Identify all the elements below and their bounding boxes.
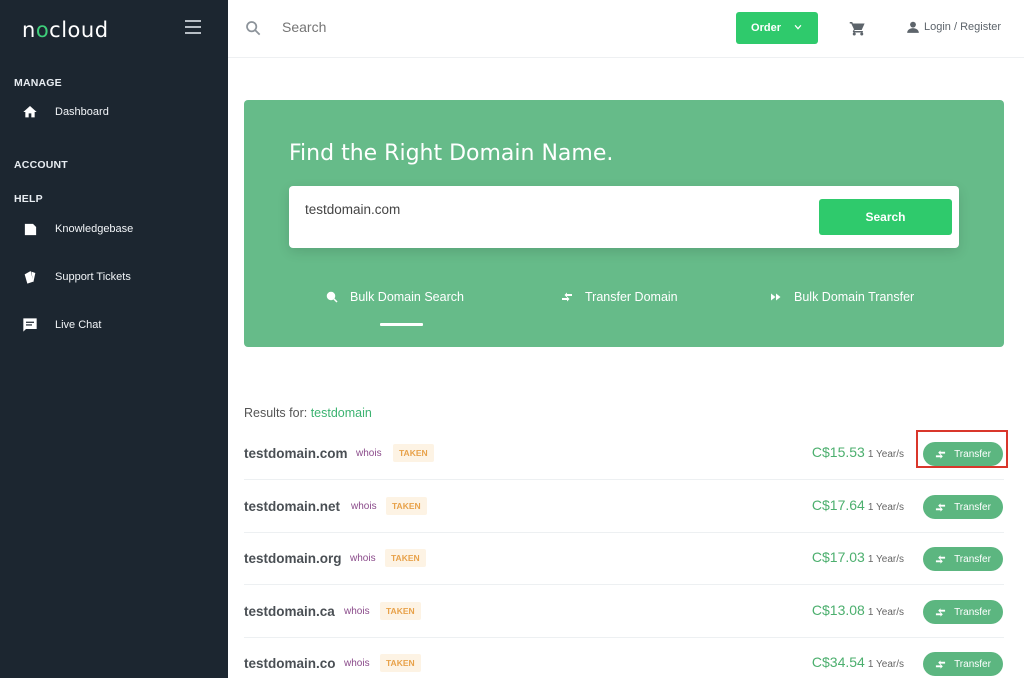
status-badge: TAKEN: [385, 549, 426, 567]
sidebar-item-label: Live Chat: [55, 319, 102, 331]
domain-name: testdomain.ca: [244, 604, 335, 619]
price-amount: C$15.53: [811, 444, 865, 460]
domain-result-row: testdomain.co whois TAKEN C$34.54 1 Year/…: [244, 638, 1004, 678]
global-search-input[interactable]: [282, 19, 482, 35]
price: C$17.03 1 Year/s: [812, 549, 904, 565]
status-badge: TAKEN: [380, 654, 421, 672]
transfer-icon: [935, 607, 946, 617]
domain-search-hero: Find the Right Domain Name. Search Bulk …: [244, 100, 1004, 347]
sidebar-item-label: Support Tickets: [55, 271, 131, 283]
price: C$13.08 1 Year/s: [812, 602, 904, 618]
transfer-icon: [935, 659, 946, 669]
login-register-link[interactable]: Login / Register: [906, 20, 1001, 34]
price-period: 1 Year/s: [867, 554, 904, 565]
price-period: 1 Year/s: [867, 607, 904, 618]
whois-link[interactable]: whois: [350, 553, 376, 564]
sidebar-item-label: Dashboard: [55, 106, 109, 118]
tab-label: Bulk Domain Search: [350, 290, 464, 304]
login-register-label: Login / Register: [924, 21, 1002, 33]
domain-name: testdomain.co: [244, 656, 336, 671]
results-label: Results for:: [244, 406, 308, 420]
menu-icon[interactable]: [185, 20, 201, 34]
sidebar-item-support-tickets[interactable]: Support Tickets: [20, 265, 131, 289]
fast-forward-icon: [771, 293, 781, 301]
cart-icon[interactable]: [849, 19, 867, 42]
home-icon: [20, 102, 40, 122]
status-badge: TAKEN: [386, 497, 427, 515]
transfer-button[interactable]: Transfer: [923, 652, 1003, 676]
domain-result-row: testdomain.ca whois TAKEN C$13.08 1 Year/…: [244, 586, 1004, 638]
tab-transfer-domain[interactable]: Transfer Domain: [561, 290, 678, 304]
hero-title: Find the Right Domain Name.: [289, 141, 614, 166]
domain-search-box: Search: [289, 186, 959, 248]
logo[interactable]: nocloud: [22, 18, 109, 42]
price-amount: C$34.54: [811, 654, 865, 670]
transfer-button-label: Transfer: [954, 448, 991, 460]
sidebar: nocloud MANAGE Dashboard ACCOUNT HELP Kn…: [0, 0, 228, 678]
price-amount: C$17.64: [811, 497, 865, 513]
logo-text-accent: o: [35, 18, 50, 42]
price-amount: C$17.03: [811, 549, 865, 565]
section-help: HELP: [14, 193, 43, 205]
transfer-button[interactable]: Transfer: [923, 442, 1003, 466]
domain-result-row: testdomain.com whois TAKEN C$15.53 1 Year…: [244, 428, 1004, 480]
domain-name: testdomain.org: [244, 551, 342, 566]
transfer-button-label: Transfer: [954, 501, 991, 513]
section-manage: MANAGE: [14, 77, 62, 89]
price: C$15.53 1 Year/s: [812, 444, 904, 460]
whois-link[interactable]: whois: [351, 501, 377, 512]
whois-link[interactable]: whois: [344, 658, 370, 669]
transfer-icon: [935, 502, 946, 512]
domain-name: testdomain.net: [244, 499, 341, 514]
section-account[interactable]: ACCOUNT: [14, 159, 68, 171]
tab-label: Bulk Domain Transfer: [794, 290, 915, 304]
domain-search-input[interactable]: [305, 202, 785, 217]
domain-search-button[interactable]: Search: [819, 199, 952, 235]
results-heading: Results for: testdomain: [244, 406, 372, 420]
price-amount: C$13.08: [811, 602, 865, 618]
price-period: 1 Year/s: [867, 449, 904, 460]
sidebar-item-live-chat[interactable]: Live Chat: [20, 313, 101, 337]
transfer-icon: [935, 554, 946, 564]
results-term: testdomain: [310, 406, 372, 420]
tab-bulk-domain-search[interactable]: Bulk Domain Search: [326, 290, 464, 304]
transfer-button-label: Transfer: [954, 658, 991, 670]
price-period: 1 Year/s: [867, 502, 904, 513]
order-button-label: Order: [751, 22, 781, 34]
whois-link[interactable]: whois: [356, 448, 382, 459]
whois-link[interactable]: whois: [344, 606, 370, 617]
status-badge: TAKEN: [380, 602, 421, 620]
transfer-button-label: Transfer: [954, 553, 991, 565]
order-button[interactable]: Order: [736, 12, 818, 44]
document-icon: [20, 219, 40, 239]
chat-icon: [20, 315, 40, 335]
logo-text-start: n: [22, 18, 36, 42]
sidebar-item-knowledgebase[interactable]: Knowledgebase: [20, 217, 133, 241]
sidebar-item-dashboard[interactable]: Dashboard: [20, 100, 109, 124]
search-icon: [326, 291, 338, 303]
domain-result-row: testdomain.org whois TAKEN C$17.03 1 Year…: [244, 533, 1004, 585]
domain-name: testdomain.com: [244, 446, 348, 461]
ticket-icon: [20, 267, 40, 287]
domain-result-row: testdomain.net whois TAKEN C$17.64 1 Year…: [244, 481, 1004, 533]
tab-label: Transfer Domain: [585, 290, 678, 304]
logo-text-end: cloud: [49, 18, 109, 42]
active-tab-indicator: [380, 323, 423, 326]
user-icon: [907, 21, 919, 33]
transfer-icon: [935, 449, 946, 459]
transfer-button[interactable]: Transfer: [923, 547, 1003, 571]
status-badge: TAKEN: [393, 444, 434, 462]
transfer-button-label: Transfer: [954, 606, 991, 618]
transfer-button[interactable]: Transfer: [923, 600, 1003, 624]
tab-bulk-domain-transfer[interactable]: Bulk Domain Transfer: [770, 290, 914, 304]
transfer-icon: [562, 292, 572, 302]
chevron-down-icon: [793, 22, 803, 35]
search-icon[interactable]: [245, 20, 261, 41]
transfer-button[interactable]: Transfer: [923, 495, 1003, 519]
sidebar-item-label: Knowledgebase: [55, 223, 134, 235]
price: C$17.64 1 Year/s: [812, 497, 904, 513]
price: C$34.54 1 Year/s: [812, 654, 904, 670]
price-period: 1 Year/s: [867, 659, 904, 670]
